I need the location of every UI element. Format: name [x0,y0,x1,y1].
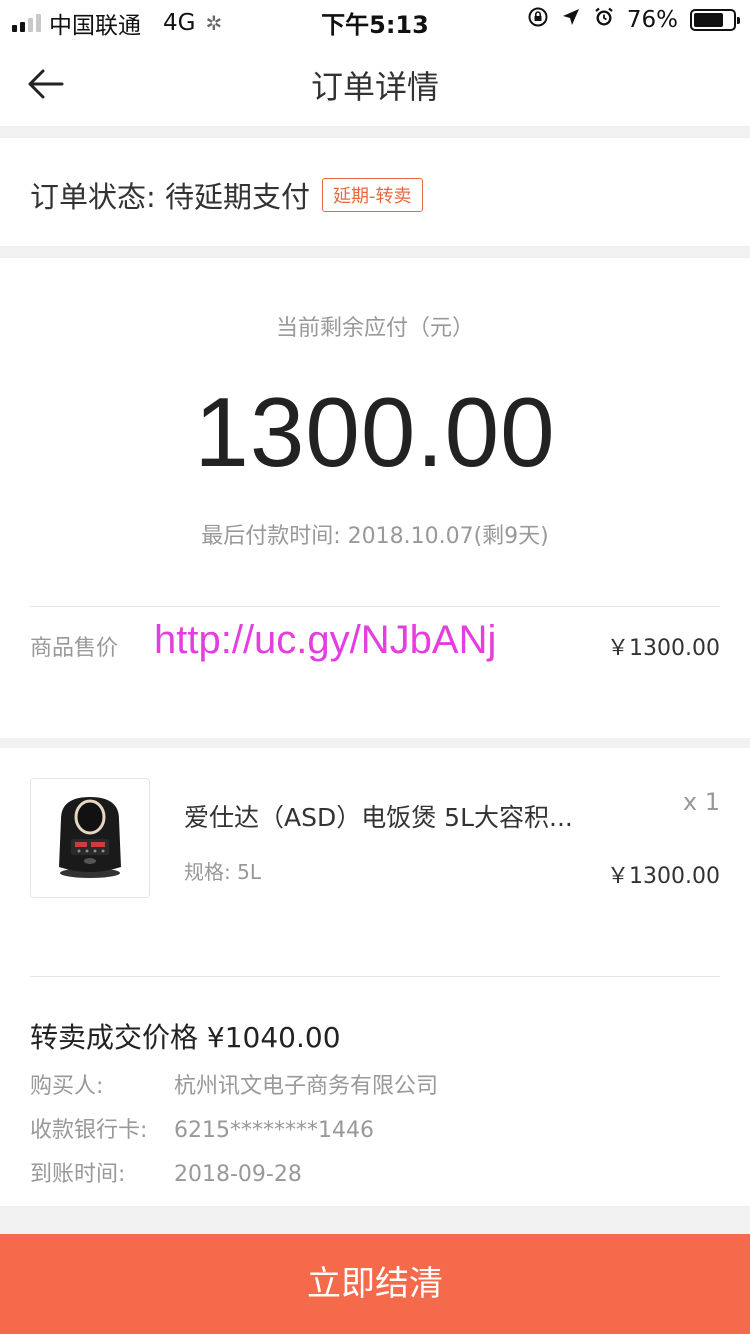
status-bar-right: 76% [527,6,740,33]
product-name: 爱仕达（ASD）电饭煲 5L大容积... [184,803,573,832]
settle-now-button[interactable]: 立即结清 [0,1234,750,1334]
amount-card: 当前剩余应付（元） 1300.00 最后付款时间: 2018.10.07(剩9天… [0,258,750,738]
bank-card-label: 收款银行卡: [30,1118,148,1143]
location-icon [561,7,581,32]
price-label: 商品售价 [30,636,119,661]
product-thumbnail[interactable] [30,778,150,898]
battery-percent: 76% [626,6,678,33]
page-title: 订单详情 [310,68,439,106]
goods-card: 爱仕达（ASD）电饭煲 5L大容积... x 1 规格: 5L ￥1300.00… [0,748,750,1206]
rotation-lock-icon [527,6,549,33]
nav-bar: 订单详情 [0,40,750,126]
arrival-date-value: 2018-09-28 [174,1162,302,1187]
remaining-amount-label: 当前剩余应付（元） [275,316,474,341]
order-status-row: 订单状态: 待延期支付 延期-转卖 [30,174,423,216]
order-status-text: 订单状态: 待延期支付 [30,180,310,214]
watermark-link[interactable]: http://uc.gy/NJbANj [154,618,496,663]
buyer-value: 杭州讯文电子商务有限公司 [174,1074,439,1099]
arrival-date-row: 到账时间: 2018-09-28 [30,1156,302,1188]
alarm-icon [593,6,615,33]
bank-card-value: 6215********1446 [174,1118,374,1143]
divider [30,606,720,607]
status-badge: 延期-转卖 [322,178,423,212]
buyer-label: 购买人: [30,1074,104,1099]
price-row: 商品售价 http://uc.gy/NJbANj ￥1300.00 [30,618,720,668]
resale-price: 转卖成交价格 ¥1040.00 [30,1021,341,1054]
rice-cooker-image [59,797,121,878]
remaining-amount-value: 1300.00 [194,377,556,487]
buyer-row: 购买人: 杭州讯文电子商务有限公司 [30,1068,438,1100]
product-spec: 规格: 5L [184,860,261,884]
status-bar: 中国联通 4G ✲ 下午5:13 76% [0,0,750,40]
bank-card-row: 收款银行卡: 6215********1446 [30,1112,374,1144]
arrival-date-label: 到账时间: [30,1162,126,1187]
product-quantity: x 1 [682,788,720,816]
battery-icon [690,8,740,31]
payment-deadline: 最后付款时间: 2018.10.07(剩9天) [201,524,549,549]
divider [30,976,720,977]
product-price: ￥1300.00 [607,864,720,889]
order-status-card: 订单状态: 待延期支付 延期-转卖 [0,138,750,246]
price-value: ￥1300.00 [607,636,720,661]
